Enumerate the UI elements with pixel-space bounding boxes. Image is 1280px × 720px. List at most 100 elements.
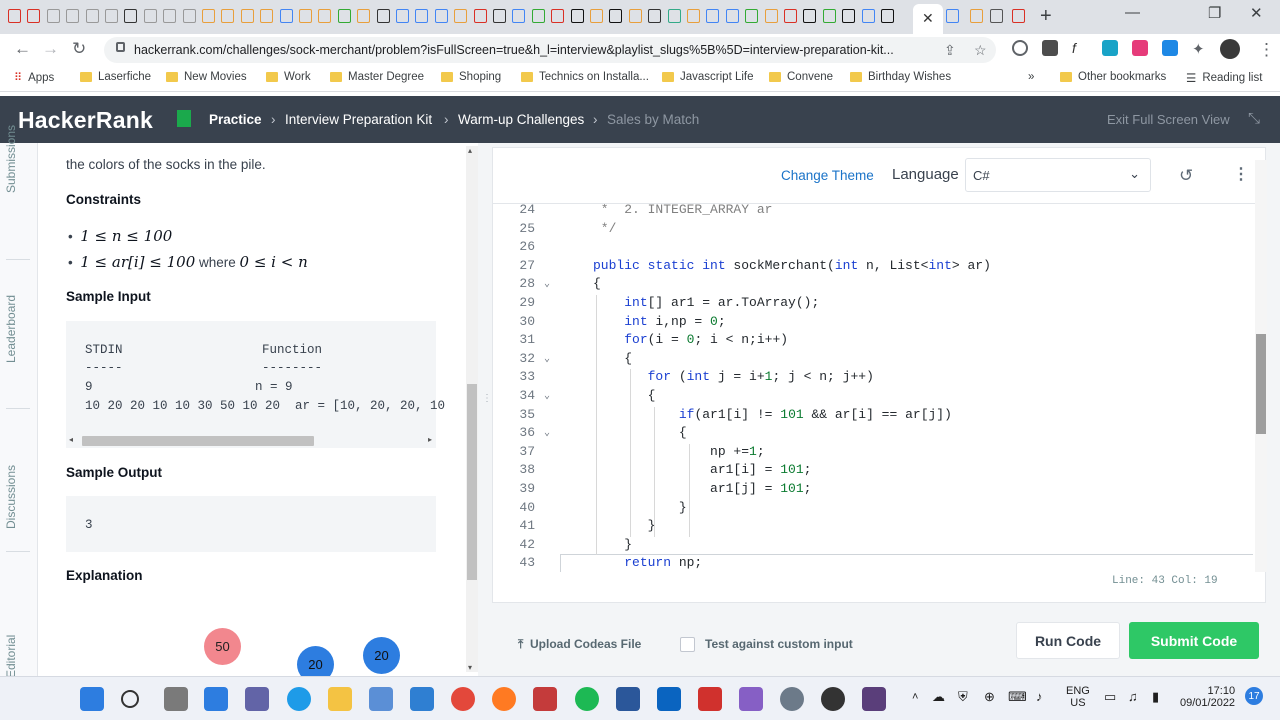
code-line[interactable]: 28 ⌄ { (493, 276, 1253, 295)
tab-favicon-icon[interactable] (648, 9, 662, 23)
code-line[interactable]: 39 ar1[j] = 101; (493, 481, 1253, 500)
tab-favicon-icon[interactable] (27, 9, 41, 23)
code-line[interactable]: 25 */ (493, 221, 1253, 240)
tab-favicon-icon[interactable] (105, 9, 118, 23)
drag-handle-icon[interactable]: ⋮ (482, 393, 492, 404)
widgets-icon[interactable] (204, 687, 228, 711)
outlook-icon[interactable] (657, 687, 681, 711)
scrollbar-thumb[interactable] (1256, 334, 1266, 434)
tab-favicon-icon[interactable] (1012, 9, 1025, 23)
code-line[interactable]: 29 int[] ar1 = ar.ToArray(); (493, 295, 1253, 314)
bookmark-item[interactable]: Convene (769, 71, 833, 83)
custom-input-checkbox[interactable] (680, 637, 695, 652)
code-line[interactable]: 38 ar1[i] = 101; (493, 462, 1253, 481)
bookmark-item[interactable]: Technics on Installa... (521, 71, 649, 83)
tab-favicon-icon[interactable] (299, 9, 312, 23)
tab-favicon-icon[interactable] (628, 9, 642, 23)
tab-favicon-icon[interactable] (434, 9, 448, 23)
tab-favicon-icon[interactable] (990, 9, 1003, 23)
code-line[interactable]: 34 ⌄ { (493, 388, 1253, 407)
reload-icon[interactable]: ↻ (72, 39, 86, 59)
snipping-tool-icon[interactable] (533, 687, 557, 711)
url-text[interactable]: hackerrank.com/challenges/sock-merchant/… (134, 43, 894, 57)
function-extension-icon[interactable]: f (1072, 40, 1088, 56)
tab-favicon-icon[interactable] (8, 9, 21, 23)
code-line[interactable]: 26 (493, 239, 1253, 258)
tab-favicon-icon[interactable] (706, 9, 720, 23)
tab-favicon-icon[interactable] (415, 9, 429, 23)
tab-favicon-icon[interactable] (46, 9, 60, 23)
code-line[interactable]: 30 int i,np = 0; (493, 314, 1253, 333)
editor-vertical-scrollbar[interactable] (1255, 160, 1267, 572)
code-line[interactable]: 31 for(i = 0; i < n;i++) (493, 332, 1253, 351)
obs-icon[interactable] (821, 687, 845, 711)
vpn-icon[interactable]: ⊕ (984, 689, 995, 705)
tab-favicon-icon[interactable] (822, 9, 836, 23)
display-icon[interactable]: ▭ (1104, 689, 1116, 705)
code-line[interactable]: 35 if(ar1[i] != 101 && ar[i] == ar[j]) (493, 407, 1253, 426)
volume-icon[interactable]: ♫ (1128, 689, 1138, 704)
notification-badge[interactable]: 17 (1245, 687, 1263, 705)
file-explorer-icon[interactable] (328, 687, 352, 711)
tab-favicon-icon[interactable] (260, 9, 274, 23)
more-options-icon[interactable]: ⋮ (1233, 164, 1249, 184)
language-select[interactable]: C# ⌄ (965, 158, 1151, 192)
code-line[interactable]: 36 ⌄ { (493, 425, 1253, 444)
history-icon[interactable]: ↺ (1179, 166, 1193, 186)
tab-favicon-icon[interactable] (609, 9, 623, 23)
firefox-icon[interactable] (492, 687, 516, 711)
tab-favicon-icon[interactable] (124, 9, 138, 23)
tab-favicon-icon[interactable] (163, 9, 177, 23)
scroll-right-icon[interactable]: ▸ (428, 435, 432, 444)
start-icon[interactable] (80, 687, 104, 711)
tab-favicon-icon[interactable] (202, 9, 215, 23)
problem-vertical-scrollbar[interactable]: ▴ ▾ (466, 146, 478, 672)
code-area[interactable]: 24 * 2. INTEGER_ARRAY ar 25 */26 27 public … (493, 204, 1253, 572)
edge-icon[interactable] (287, 687, 311, 711)
scrollbar-thumb[interactable] (467, 384, 477, 580)
store-icon[interactable] (369, 687, 393, 711)
tab-favicon-icon[interactable] (570, 9, 584, 23)
change-theme-link[interactable]: Change Theme (781, 168, 874, 183)
bookmark-item[interactable]: Shoping (441, 71, 501, 83)
close-window-button[interactable]: ✕ (1250, 4, 1263, 22)
tab-favicon-icon[interactable] (861, 9, 875, 23)
bookmark-item[interactable]: New Movies (166, 71, 247, 83)
upload-code-button[interactable]: ⤒ Upload Codeas File (518, 637, 641, 652)
tab-favicon-icon[interactable] (842, 9, 856, 23)
scrollbar-thumb[interactable] (82, 436, 314, 446)
tab-leaderboard[interactable]: Leaderboard (4, 295, 18, 363)
tab-favicon-icon[interactable] (85, 9, 99, 23)
scroll-up-icon[interactable]: ▴ (468, 146, 472, 155)
tab-favicon-icon[interactable] (493, 9, 506, 23)
fold-chevron-icon[interactable]: ⌄ (544, 353, 550, 365)
tab-favicon-icon[interactable] (881, 9, 894, 23)
tab-favicon-icon[interactable] (551, 9, 565, 23)
extension-icon[interactable] (1132, 40, 1148, 56)
new-tab-button[interactable]: + (1040, 5, 1052, 28)
anydesk-icon[interactable] (698, 687, 722, 711)
exit-fullscreen-link[interactable]: Exit Full Screen View (1107, 112, 1230, 127)
address-bar[interactable]: hackerrank.com/challenges/sock-merchant/… (104, 37, 996, 63)
code-line[interactable]: 40 } (493, 500, 1253, 519)
fold-chevron-icon[interactable]: ⌄ (544, 278, 550, 290)
search-icon[interactable] (121, 690, 139, 708)
bookmark-star-icon[interactable]: ☆ (974, 42, 987, 59)
scroll-left-icon[interactable]: ◂ (69, 435, 73, 444)
back-icon[interactable]: ← (14, 39, 31, 59)
code-line[interactable]: 41 } (493, 518, 1253, 537)
clock[interactable]: 17:10 09/01/2022 (1180, 685, 1235, 709)
share-icon[interactable]: ⇪ (944, 42, 956, 59)
tab-favicon-icon[interactable] (803, 9, 817, 23)
spotify-icon[interactable] (575, 687, 599, 711)
bookmark-reading-list[interactable]: ☰ Reading list (1186, 71, 1262, 85)
run-code-button[interactable]: Run Code (1016, 622, 1120, 659)
fold-chevron-icon[interactable]: ⌄ (544, 390, 550, 402)
hackerrank-logo[interactable]: HackerRank (18, 107, 153, 134)
tab-submissions[interactable]: Submissions (4, 125, 18, 193)
submit-code-button[interactable]: Submit Code (1129, 622, 1259, 659)
horizontal-scrollbar[interactable]: ◂ ▸ (66, 434, 436, 448)
settings-icon[interactable] (780, 687, 804, 711)
tab-favicon-icon[interactable] (946, 9, 959, 23)
active-tab[interactable]: ✕ (913, 4, 943, 34)
